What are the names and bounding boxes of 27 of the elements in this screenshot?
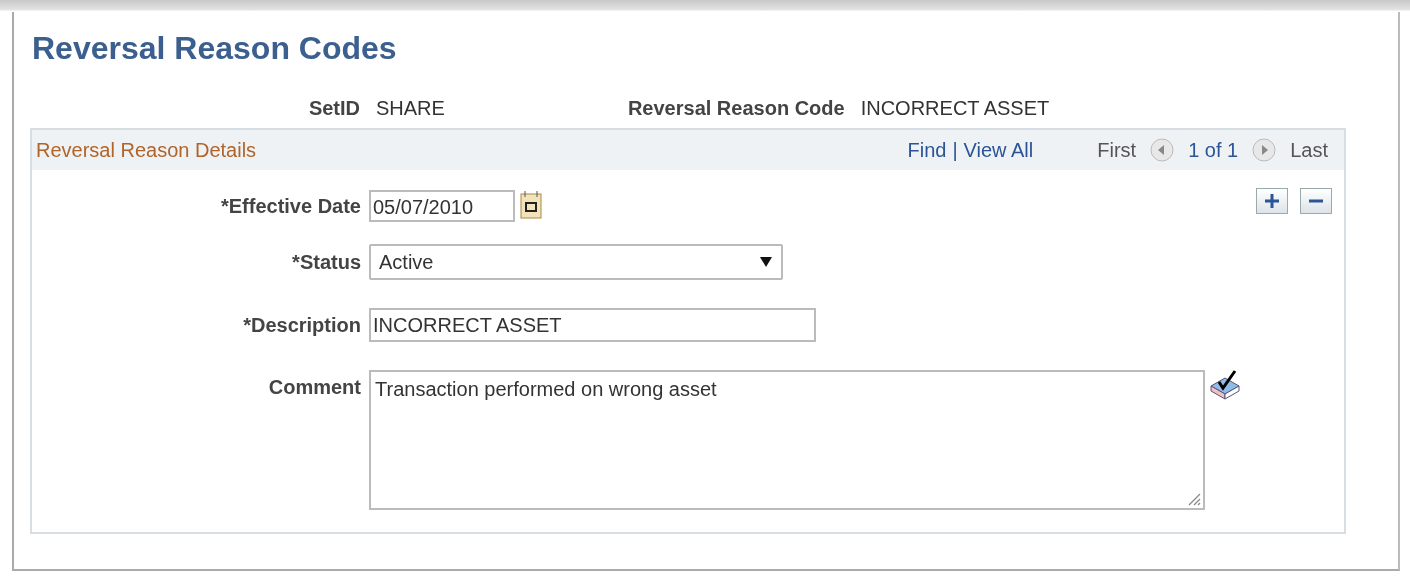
page-title: Reversal Reason Codes — [32, 29, 398, 68]
key-value: SHARE — [376, 96, 445, 120]
comment-textarea[interactable]: Transaction performed on wrong asset — [369, 370, 1205, 510]
field-label: Comment — [267, 375, 361, 399]
delete-row-button[interactable] — [1300, 188, 1332, 214]
view-all-link[interactable]: View All — [963, 138, 1034, 162]
key-label: SetID — [307, 96, 360, 120]
row-counter: 1 of 1 — [1188, 138, 1239, 162]
calendar-icon[interactable] — [519, 190, 545, 220]
field-label: *Status — [291, 250, 361, 274]
status-dropdown[interactable]: Active — [369, 244, 783, 280]
field-label: *Effective Date — [219, 194, 361, 218]
field-label: *Description — [242, 313, 361, 337]
key-value: INCORRECT ASSET — [860, 96, 1050, 120]
resize-grip-icon[interactable] — [1187, 492, 1201, 506]
add-row-button[interactable] — [1256, 188, 1288, 214]
group-title: Reversal Reason Details — [36, 138, 258, 162]
previous-icon[interactable] — [1150, 138, 1175, 162]
date-field[interactable]: 05/07/2010 — [369, 190, 515, 222]
description-field[interactable]: INCORRECT ASSET — [369, 308, 816, 342]
plus-icon — [1264, 193, 1280, 209]
link-separator: | — [952, 138, 958, 162]
spellcheck-book-icon[interactable] — [1209, 370, 1243, 402]
find-link[interactable]: Find — [907, 138, 947, 162]
dropdown-arrow-icon — [759, 256, 773, 268]
key-label: Reversal Reason Code — [627, 96, 845, 120]
next-icon[interactable] — [1252, 138, 1277, 162]
